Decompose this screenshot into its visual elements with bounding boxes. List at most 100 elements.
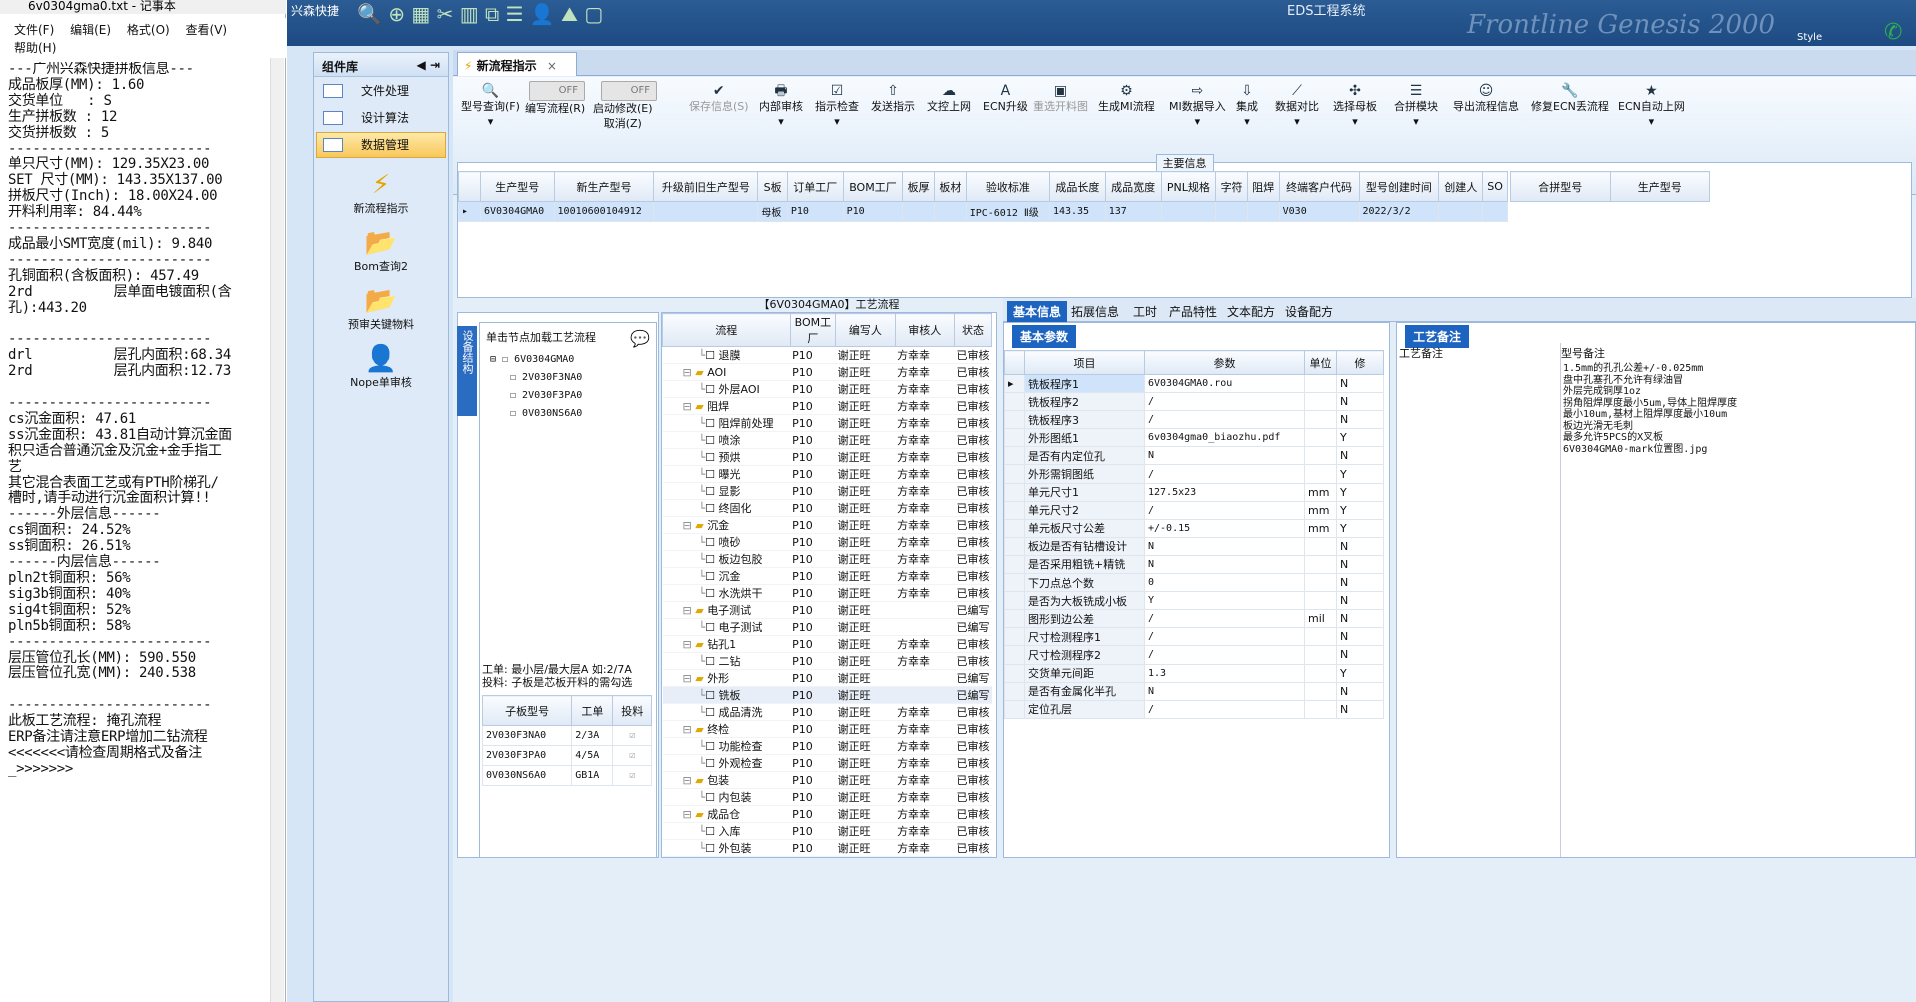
tool-nope-review[interactable]: 👤 Nope单审核 (314, 344, 448, 390)
param-row[interactable]: 交货单元间距 1.3 Y (1004, 663, 1384, 683)
flow-row[interactable]: ⊟ ▰ AOI P10 谢正旺 方幸幸 已审核 (662, 363, 992, 381)
column-header[interactable]: 成品长度 (1048, 171, 1106, 202)
select-mother-board-button[interactable]: ✣ 选择母板 ▾ (1333, 83, 1377, 129)
flow-row[interactable]: ⊟ ▰ 成品仓 P10 谢正旺 方幸幸 已审核 (662, 805, 992, 823)
column-header[interactable]: 板厚 (902, 171, 935, 202)
flow-row[interactable]: └☐ 成品清洗 P10 谢正旺 方幸幸 已审核 (662, 703, 992, 721)
flow-row[interactable]: └☐ 铣板 P10 谢正旺 已编写 (662, 686, 992, 704)
param-row[interactable]: 尺寸检测程序2/N (1004, 645, 1384, 665)
model-query-button[interactable]: 🔍 型号查询(F) ▾ (461, 83, 520, 129)
table-row[interactable]: 2V030F3PA0 4/5A ☑ (481, 745, 652, 766)
param-row[interactable]: 是否有内定位孔 N N (1004, 446, 1384, 466)
menu-format[interactable]: 格式(O) (127, 23, 170, 37)
flow-row[interactable]: └☐ 入库 P10 谢正旺 方幸幸 已审核 (662, 822, 992, 840)
flow-row[interactable]: └☐ 功能检查 P10 谢正旺 方幸幸 已审核 (662, 737, 992, 755)
flow-row[interactable]: └☐ 阻焊前处理 P10 谢正旺 方幸幸 已审核 (662, 414, 992, 432)
phone-icon[interactable]: ✆ (1884, 20, 1902, 45)
flow-row[interactable]: └☐ 终固化 P10 谢正旺 方幸幸 已审核 (662, 499, 992, 517)
param-row[interactable]: 单元尺寸2/mm Y (1004, 500, 1384, 520)
column-header[interactable]: 升级前旧生产型号 (653, 171, 759, 202)
start-edit-toggle[interactable]: OFF (601, 81, 657, 101)
flow-row[interactable]: └☐ 外观检查 P10 谢正旺 方幸幸 已审核 (662, 754, 992, 772)
flow-row[interactable]: ⊟ ▰ 包装 P10 谢正旺 方幸幸 已审核 (662, 771, 992, 789)
doc-control-online-button[interactable]: ☁ 文控上网 (927, 83, 971, 114)
flow-row[interactable]: └☐ 显影 P10 谢正旺 方幸幸 已审核 (662, 482, 992, 500)
column-header[interactable]: 型号创建时间 (1358, 171, 1440, 202)
column-header[interactable]: 板材 (933, 171, 967, 202)
tab-work-hours[interactable]: 工时 (1127, 301, 1163, 322)
flow-row[interactable]: ⊟ ▰ 终检 P10 谢正旺 方幸幸 已审核 (662, 720, 992, 738)
start-edit-button[interactable]: 启动修改(E) 取消(Z) (593, 101, 653, 131)
flow-row[interactable]: ⊟ ▰ 阻焊 P10 谢正旺 方幸幸 已审核 (662, 397, 992, 415)
tool-prereview-material[interactable]: 📂 预审关键物料 (314, 286, 448, 332)
repair-ecn-flow-button[interactable]: 🔧 修复ECN丢流程 (1531, 83, 1609, 114)
tool-new-flow[interactable]: ⚡ 新流程指示 (314, 170, 448, 216)
flow-row[interactable]: └☐ 曝光 P10 谢正旺 方幸幸 已审核 (662, 465, 992, 483)
flow-row[interactable]: └☐ 预烘 P10 谢正旺 方幸幸 已审核 (662, 448, 992, 466)
close-icon[interactable]: × (547, 59, 557, 73)
column-header[interactable]: 生产型号 (480, 171, 555, 202)
save-info-button[interactable]: ✔ 保存信息(S) (689, 83, 749, 114)
search-icon[interactable]: 🔍 ⊕ ▦ ✂ ▥ ⧉ ☰ 👤 ⛰ ▢ (357, 2, 603, 26)
model-notes-text[interactable]: 1.5mm的孔孔公差+/-0.025mm 盘中孔塞孔不允许有绿油冒 外层完成铜厚1o… (1563, 363, 1893, 455)
flow-row[interactable]: └☐ 沉金 P10 谢正旺 方幸幸 已审核 (662, 567, 992, 585)
ecn-upgrade-button[interactable]: A ECN升级 (983, 83, 1028, 114)
tool-bom-query[interactable]: 📂 Bom查询2 (314, 228, 448, 274)
sidebar-item-design-algorithm[interactable]: 设计算法 (316, 105, 446, 131)
flow-row[interactable]: ⊟ ▰ 外形 P10 谢正旺 已编写 (662, 669, 992, 687)
menu-file[interactable]: 文件(F) (14, 23, 54, 37)
instruction-check-button[interactable]: ☑ 指示检查 ▾ (815, 83, 859, 129)
column-header[interactable]: SO (1482, 171, 1508, 202)
merge-module-button[interactable]: ☰ 合拼模块 ▾ (1394, 83, 1438, 129)
table-row[interactable]: 2V030F3NA0 2/3A ☑ (481, 725, 652, 746)
column-header[interactable]: 订单工厂 (786, 171, 844, 202)
flow-row[interactable]: └☐ 外层AOI P10 谢正旺 方幸幸 已审核 (662, 380, 992, 398)
flow-row[interactable]: └☐ 喷涂 P10 谢正旺 方幸幸 已审核 (662, 431, 992, 449)
integrate-button[interactable]: ⇩ 集成 ▾ (1236, 83, 1258, 129)
tree-node[interactable]: ⊟ ☐ 6V0304GMA0 (490, 351, 656, 369)
generate-mi-flow-button[interactable]: ⚙ 生成MI流程 (1098, 83, 1155, 114)
tab-text-recipe[interactable]: 文本配方 (1221, 301, 1281, 322)
param-row[interactable]: 单元尺寸1 127.5x23 mm Y (1004, 482, 1384, 502)
param-row[interactable]: 是否有金属化半孔 N N (1004, 681, 1384, 701)
internal-review-button[interactable]: 🖶 内部审核 ▾ (759, 83, 803, 129)
column-header[interactable]: PNL规格 (1160, 171, 1217, 202)
param-row[interactable]: ▸ 铣板程序1 6V0304GMA0.rou N (1004, 373, 1384, 394)
flow-row[interactable]: └☐ 二钻 P10 谢正旺 方幸幸 已审核 (662, 652, 992, 670)
reselect-cutting-button[interactable]: ▣ 重选开料图 (1033, 83, 1088, 114)
param-row[interactable]: 是否采用粗铣+精铣 N N (1004, 554, 1384, 575)
flow-row[interactable]: ⊟ ▰ 钻孔1 P10 谢正旺 方幸幸 已审核 (662, 635, 992, 653)
param-row[interactable]: 板边是否有钻槽设计 N N (1004, 536, 1384, 556)
flow-row[interactable]: ⊟ ▰ 电子测试 P10 谢正旺 已编写 (662, 601, 992, 619)
column-header[interactable]: BOM工厂 (842, 171, 904, 202)
column-header[interactable]: 终端客户代码 (1278, 171, 1360, 202)
menu-edit[interactable]: 编辑(E) (70, 23, 111, 37)
column-header[interactable]: 验收标准 (965, 171, 1050, 202)
flow-row[interactable]: └☐ 水洗烘干 P10 谢正旺 方幸幸 已审核 (662, 584, 992, 602)
table-row[interactable]: 0V030NS6A0 GB1A ☑ (481, 765, 652, 786)
flow-row[interactable]: └☐ 内包装 P10 谢正旺 方幸幸 已审核 (662, 788, 992, 806)
ecn-auto-online-button[interactable]: ★ ECN自动上网 ▾ (1618, 83, 1685, 129)
sidebar-item-data-management[interactable]: 数据管理 (316, 132, 446, 158)
menu-view[interactable]: 查看(V) (186, 23, 228, 37)
data-compare-button[interactable]: ⟋ 数据对比 ▾ (1275, 83, 1319, 129)
notepad-scrollbar[interactable] (270, 58, 284, 1002)
mi-data-import-button[interactable]: ⇨ MI数据导入 ▾ (1169, 83, 1226, 129)
menu-help[interactable]: 帮助(H) (14, 41, 56, 55)
column-header[interactable]: 字符 (1215, 171, 1248, 202)
param-row[interactable]: 尺寸检测程序1/N (1004, 627, 1384, 647)
flow-row[interactable]: └☐ 板边包胶 P10 谢正旺 方幸幸 已审核 (662, 550, 992, 568)
tree-node[interactable]: ☐ 2V030F3NA0 (490, 369, 656, 387)
flow-row[interactable]: └☐ 喷砂 P10 谢正旺 方幸幸 已审核 (662, 533, 992, 551)
flow-row[interactable]: └☐ 电子测试 P10 谢正旺 已编写 (662, 618, 992, 636)
tab-equipment-recipe[interactable]: 设备配方 (1279, 301, 1339, 322)
column-header[interactable]: 成品宽度 (1104, 171, 1162, 202)
tab-new-flow[interactable]: ⚡ 新流程指示 × (457, 52, 577, 76)
param-row[interactable]: 下刀点总个数 0 N (1004, 573, 1384, 593)
write-flow-button[interactable]: 编写流程(R) (525, 101, 585, 116)
column-header[interactable]: 新生产型号 (553, 171, 655, 202)
tab-extended-info[interactable]: 拓展信息 (1065, 301, 1125, 322)
notepad-text-area[interactable]: ---广州兴森快捷拼板信息--- 成品板厚(MM): 1.60 交货单位 : S… (8, 62, 278, 992)
param-row[interactable]: 是否为大板铣成小板 Y N (1004, 591, 1384, 611)
param-row[interactable]: 图形到边公差 / mil N (1004, 609, 1384, 629)
